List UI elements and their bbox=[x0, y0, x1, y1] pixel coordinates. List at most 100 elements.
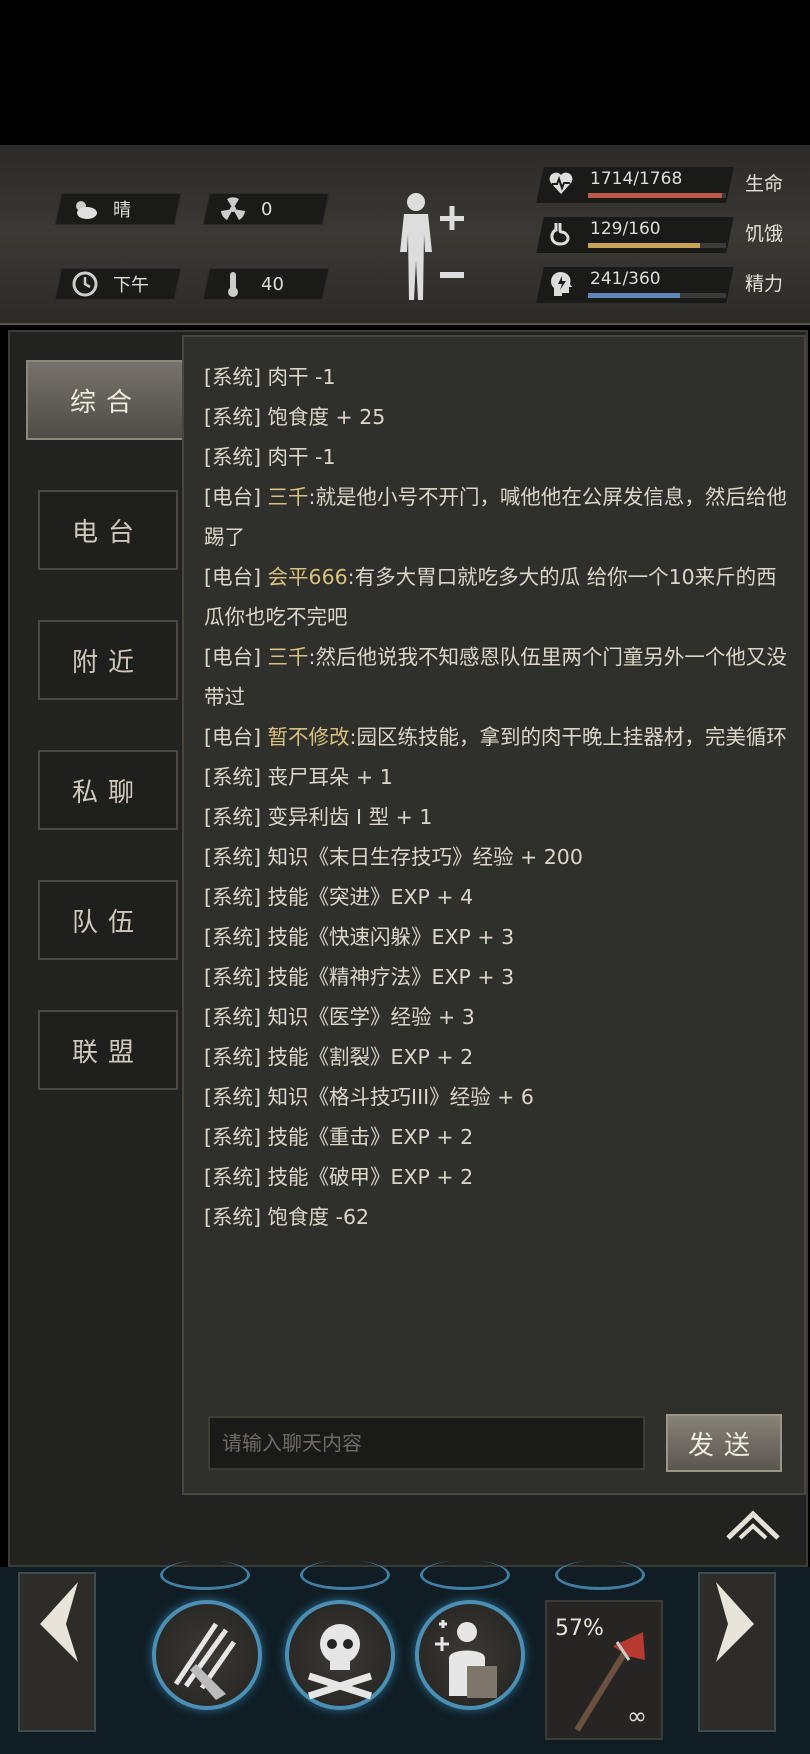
chat-message: [系统] 技能《快速闪躲》EXP + 3 bbox=[196, 917, 796, 957]
human-body-icon bbox=[400, 193, 464, 300]
message-text: 技能《精神疗法》EXP + 3 bbox=[267, 965, 515, 989]
next-page-button[interactable] bbox=[698, 1572, 776, 1732]
send-button[interactable]: 发送 bbox=[666, 1414, 782, 1472]
health-stat: 1714/1768 生命 bbox=[536, 165, 790, 205]
tab-general[interactable]: 综合 bbox=[26, 360, 186, 440]
collapse-chevron-icon[interactable] bbox=[726, 1508, 780, 1544]
chat-message: [系统] 知识《医学》经验 + 3 bbox=[196, 997, 796, 1037]
message-channel: [系统] bbox=[204, 885, 261, 909]
message-channel: [系统] bbox=[204, 365, 261, 389]
message-channel: [系统] bbox=[204, 845, 261, 869]
hunger-stat: 129/160 饥饿 bbox=[536, 215, 790, 255]
skill-heal[interactable] bbox=[415, 1600, 525, 1710]
message-text: 饱食度 -62 bbox=[267, 1205, 370, 1229]
message-channel: [系统] bbox=[204, 1125, 261, 1149]
chat-message: [电台] 三千:就是他小号不开门，喊他他在公屏发信息，然后给他踢了 bbox=[196, 477, 796, 557]
message-text: 技能《重击》EXP + 2 bbox=[267, 1125, 474, 1149]
chat-message: [系统] 技能《破甲》EXP + 2 bbox=[196, 1157, 796, 1197]
message-channel: [系统] bbox=[204, 765, 261, 789]
radiation-pill: 0 bbox=[202, 193, 330, 225]
message-channel: [系统] bbox=[204, 445, 261, 469]
chat-message: [系统] 技能《精神疗法》EXP + 3 bbox=[196, 957, 796, 997]
energy-label: 精力 bbox=[745, 273, 784, 295]
message-text: :园区练技能，拿到的肉干晚上挂器材，完美循环 bbox=[349, 725, 787, 749]
message-channel: [系统] bbox=[204, 805, 261, 829]
action-bar bbox=[0, 1567, 810, 1754]
equipped-weapon[interactable]: 57% ∞ bbox=[545, 1600, 663, 1740]
chat-message: [系统] 肉干 -1 bbox=[196, 357, 796, 397]
energy-value: 241/360 bbox=[590, 269, 661, 289]
message-text: 知识《医学》经验 + 3 bbox=[267, 1005, 475, 1029]
energy-stat: 241/360 精力 bbox=[536, 265, 790, 305]
message-text: 饱食度 + 25 bbox=[267, 405, 386, 429]
message-channel: [电台] bbox=[204, 725, 261, 749]
hunger-bar bbox=[588, 243, 726, 248]
chat-message: [系统] 技能《突进》EXP + 4 bbox=[196, 877, 796, 917]
message-text: 技能《快速闪躲》EXP + 3 bbox=[267, 925, 515, 949]
hunger-label: 饥饿 bbox=[745, 223, 784, 245]
message-text: 知识《格斗技巧III》经验 + 6 bbox=[267, 1085, 534, 1109]
temperature-pill: 40 bbox=[202, 268, 330, 300]
heal-figure-icon bbox=[435, 1620, 497, 1698]
weather-pill: 晴 bbox=[54, 193, 182, 225]
chat-message-list[interactable]: [系统] 肉干 -1 [系统] 饱食度 + 25 [系统] 肉干 -1 [电台] 三千… bbox=[196, 357, 796, 1432]
time-text: 下午 bbox=[113, 275, 149, 296]
chat-input-wrap[interactable] bbox=[208, 1416, 645, 1470]
message-channel: [系统] bbox=[204, 1205, 261, 1229]
message-text: 技能《突进》EXP + 4 bbox=[267, 885, 474, 909]
health-label: 生命 bbox=[745, 173, 784, 195]
tab-team[interactable]: 队伍 bbox=[38, 880, 178, 960]
chat-log[interactable]: [系统] 肉干 -1 [系统] 饱食度 + 25 [系统] 肉干 -1 [电台] 三千… bbox=[182, 335, 806, 1495]
message-nickname[interactable]: 三千 bbox=[268, 485, 309, 509]
head-energy-icon bbox=[551, 272, 572, 296]
message-text: 技能《破甲》EXP + 2 bbox=[267, 1165, 474, 1189]
weapon-ammo: ∞ bbox=[627, 1702, 647, 1730]
message-text: 变异利齿 I 型 + 1 bbox=[267, 805, 433, 829]
prev-page-button[interactable] bbox=[18, 1572, 96, 1732]
heart-pulse-icon bbox=[549, 172, 573, 194]
time-pill: 下午 bbox=[54, 268, 182, 300]
skill-slot-ring bbox=[300, 1560, 390, 1590]
message-text: 知识《末日生存技巧》经验 + 200 bbox=[267, 845, 583, 869]
message-channel: [系统] bbox=[204, 1045, 261, 1069]
skill-weapon-slash[interactable] bbox=[152, 1600, 262, 1710]
message-channel: [系统] bbox=[204, 1005, 261, 1029]
tab-alliance[interactable]: 联盟 bbox=[38, 1010, 178, 1090]
chat-message: [系统] 饱食度 -62 bbox=[196, 1197, 796, 1237]
chat-message: [电台] 会平666:有多大胃口就吃多大的瓜 给你一个10来斤的西瓜你也吃不完吧 bbox=[196, 557, 796, 637]
health-bar bbox=[588, 193, 726, 198]
message-nickname[interactable]: 暂不修改 bbox=[268, 725, 350, 749]
chat-message: [系统] 知识《格斗技巧III》经验 + 6 bbox=[196, 1077, 796, 1117]
temperature-value: 40 bbox=[261, 273, 284, 295]
body-status-figure[interactable] bbox=[394, 190, 474, 305]
chat-message: [系统] 技能《割裂》EXP + 2 bbox=[196, 1037, 796, 1077]
chat-message: [系统] 变异利齿 I 型 + 1 bbox=[196, 797, 796, 837]
message-channel: [系统] bbox=[204, 1085, 261, 1109]
chat-message: [系统] 肉干 -1 bbox=[196, 437, 796, 477]
skull-crossbones-icon bbox=[307, 1624, 373, 1700]
message-channel: [电台] bbox=[204, 565, 261, 589]
message-channel: [系统] bbox=[204, 1165, 261, 1189]
skill-slot-ring bbox=[555, 1560, 645, 1590]
message-channel: [系统] bbox=[204, 925, 261, 949]
thermometer-icon bbox=[219, 270, 247, 298]
chat-message: [系统] 知识《末日生存技巧》经验 + 200 bbox=[196, 837, 796, 877]
chat-message: [系统] 丧尸耳朵 + 1 bbox=[196, 757, 796, 797]
message-text: 丧尸耳朵 + 1 bbox=[267, 765, 393, 789]
weather-cloud-sun-icon bbox=[71, 195, 99, 223]
tab-nearby[interactable]: 附近 bbox=[38, 620, 178, 700]
chat-input[interactable] bbox=[210, 1418, 643, 1468]
skill-skull[interactable] bbox=[285, 1600, 395, 1710]
message-channel: [系统] bbox=[204, 405, 261, 429]
skill-slot-ring bbox=[160, 1560, 250, 1590]
tab-private[interactable]: 私聊 bbox=[38, 750, 178, 830]
message-nickname[interactable]: 三千 bbox=[268, 645, 309, 669]
message-nickname[interactable]: 会平666 bbox=[268, 565, 348, 589]
message-channel: [电台] bbox=[204, 485, 261, 509]
left-arrow-icon bbox=[40, 1582, 78, 1662]
hunger-value: 129/160 bbox=[590, 219, 661, 239]
message-channel: [系统] bbox=[204, 965, 261, 989]
tab-radio[interactable]: 电台 bbox=[38, 490, 178, 570]
slash-attack-icon bbox=[173, 1622, 237, 1700]
health-value: 1714/1768 bbox=[590, 169, 683, 189]
